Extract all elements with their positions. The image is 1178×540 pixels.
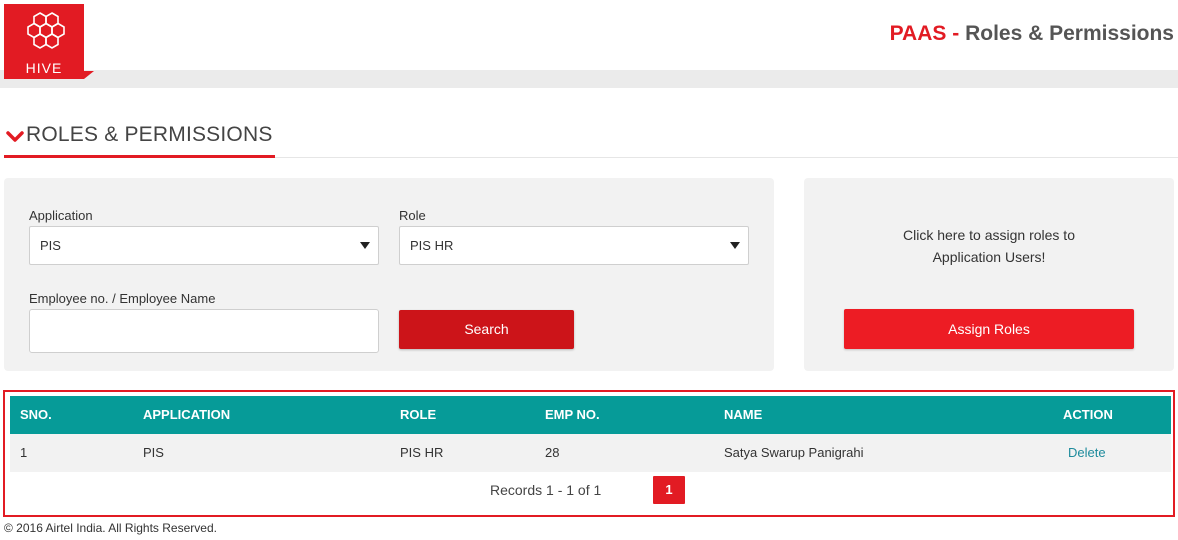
hive-logo-icon [27,12,65,49]
logo-notch [84,71,94,79]
column-header-application: APPLICATION [143,407,231,422]
application-select[interactable]: PIS [29,226,379,265]
records-count: Records 1 - 1 of 1 [490,482,602,498]
app-header: HIVE PAAS - Roles & Permissions [0,0,1178,88]
page-title: PAAS - Roles & Permissions [890,22,1174,46]
filter-panel: Application PIS Role PIS HR Employee no.… [4,178,774,371]
section-title-wrap[interactable]: ROLES & PERMISSIONS [4,120,275,158]
assign-roles-button[interactable]: Assign Roles [844,309,1134,349]
assign-roles-panel: Click here to assign roles to Applicatio… [804,178,1174,371]
caret-down-icon [730,242,740,249]
column-header-emp-no: EMP NO. [545,407,600,422]
application-label: Application [29,208,93,223]
table-row: 1 PIS PIS HR 28 Satya Swarup Panigrahi D… [10,434,1171,472]
assign-hint-line1: Click here to assign roles to [903,227,1075,243]
cell-emp-no: 28 [545,445,560,460]
footer-copyright: © 2016 Airtel India. All Rights Reserved… [4,521,217,535]
employee-search-input[interactable] [29,309,379,353]
cell-sno: 1 [20,445,28,460]
title-text: Roles & Permissions [965,22,1174,45]
role-select[interactable]: PIS HR [399,226,749,265]
employee-label: Employee no. / Employee Name [29,291,216,306]
table-header: SNO. APPLICATION ROLE EMP NO. NAME ACTIO… [10,396,1171,434]
brand-name: PAAS [889,22,947,45]
column-header-action: ACTION [1063,407,1113,422]
cell-application: PIS [143,445,164,460]
cell-role: PIS HR [400,445,444,460]
title-separator: - [952,22,960,45]
search-button[interactable]: Search [399,310,574,349]
chevron-down-icon [6,131,24,142]
application-select-value: PIS [40,238,61,253]
hive-logo[interactable]: HIVE [4,4,84,79]
assign-hint-line2: Application Users! [932,249,1046,265]
role-label: Role [399,208,426,223]
column-header-role: ROLE [400,407,437,422]
pagination: Records 1 - 1 of 1 1 [10,473,1171,510]
role-select-value: PIS HR [410,238,454,253]
logo-text: HIVE [25,60,63,76]
assign-roles-hint: Click here to assign roles to Applicatio… [804,224,1174,268]
caret-down-icon [360,242,370,249]
page-button-1[interactable]: 1 [653,476,685,504]
delete-link[interactable]: Delete [1068,445,1106,460]
section-header: ROLES & PERMISSIONS [4,120,1178,158]
cell-name: Satya Swarup Panigrahi [724,445,864,460]
header-band [0,70,1178,88]
column-header-name: NAME [724,407,763,422]
results-table: SNO. APPLICATION ROLE EMP NO. NAME ACTIO… [3,390,1175,517]
column-header-sno: SNO. [20,407,52,422]
section-title: ROLES & PERMISSIONS [26,123,273,146]
